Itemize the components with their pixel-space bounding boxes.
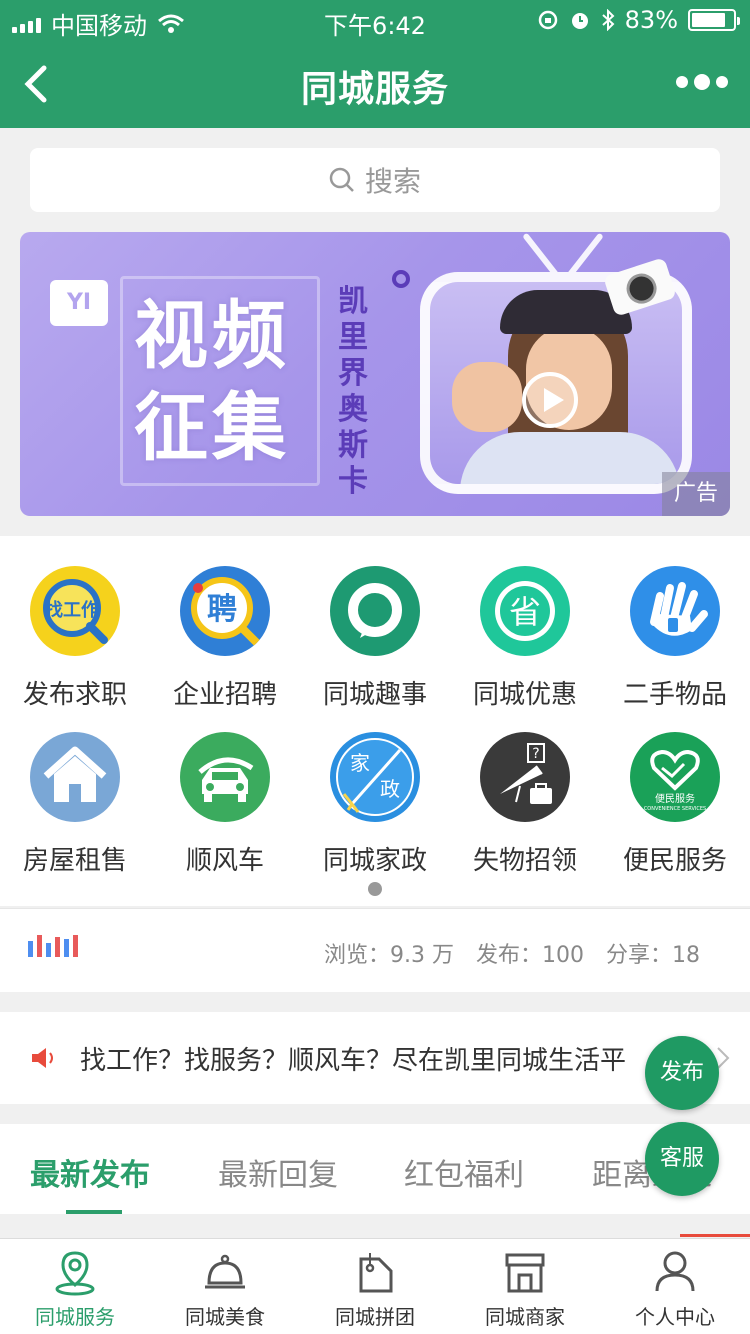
posts-count: 发布：100 bbox=[476, 943, 584, 968]
tabbar-item-merchants[interactable]: 同城商家 bbox=[450, 1249, 600, 1330]
active-tab-indicator bbox=[66, 1210, 122, 1214]
grid-item-lost-found[interactable]: ? 失物招领 bbox=[450, 732, 600, 877]
alarm-icon bbox=[571, 13, 588, 29]
store-icon bbox=[505, 1253, 545, 1293]
house-icon bbox=[30, 732, 120, 822]
user-icon bbox=[655, 1251, 695, 1292]
svg-text:CONVENIENCE SERVICES: CONVENIENCE SERVICES bbox=[644, 806, 706, 812]
tab-latest-posts[interactable]: 最新发布 bbox=[30, 1150, 150, 1194]
page-indicator bbox=[368, 882, 382, 896]
hand-icon bbox=[630, 566, 720, 656]
grid-label: 顺风车 bbox=[185, 846, 264, 876]
rotation-lock-icon bbox=[538, 10, 557, 30]
grid-label: 房屋租售 bbox=[22, 846, 127, 876]
tabbar-item-food[interactable]: 同城美食 bbox=[150, 1249, 300, 1330]
grid-item-convenience[interactable]: 便民服务 CONVENIENCE SERVICES 便民服务 bbox=[600, 732, 750, 877]
stats-bar: 浏览：9.3 万 发布：100 分享：18 bbox=[0, 908, 750, 992]
grid-item-recruit[interactable]: 聘 企业招聘 bbox=[150, 566, 300, 711]
svg-text:家: 家 bbox=[350, 751, 370, 775]
food-cloche-icon bbox=[205, 1254, 245, 1289]
grid-item-secondhand[interactable]: 二手物品 bbox=[600, 566, 750, 711]
notice-text: 找工作？找服务？顺风车？尽在凯里同城生活平 bbox=[80, 1046, 627, 1076]
recruit-icon: 聘 bbox=[180, 566, 270, 656]
banner-vertical-text: 凯里界奥斯卡 bbox=[338, 284, 368, 499]
customer-service-button[interactable]: 客服 bbox=[645, 1122, 719, 1196]
stats-chart-icon bbox=[28, 935, 78, 957]
grid-label: 二手物品 bbox=[622, 680, 727, 710]
tabbar-label: 同城美食 bbox=[185, 1305, 265, 1329]
shares-count: 分享：18 bbox=[606, 943, 700, 968]
views-count: 浏览：9.3 万 bbox=[324, 943, 454, 968]
grid-label: 发布求职 bbox=[22, 680, 127, 710]
svg-text:?: ? bbox=[532, 746, 539, 762]
chat-bubble-icon bbox=[330, 566, 420, 656]
convenience-icon: 便民服务 CONVENIENCE SERVICES bbox=[630, 732, 720, 822]
ad-badge: 广告 bbox=[662, 472, 730, 516]
search-input[interactable]: 搜索 bbox=[30, 148, 720, 212]
speaker-icon bbox=[32, 1048, 53, 1068]
tabbar-label: 同城商家 bbox=[485, 1305, 565, 1329]
lost-found-icon: ? bbox=[480, 732, 570, 822]
bottom-tab-bar: 同城服务 同城美食 同城拼团 同城商家 个人中心 bbox=[0, 1238, 750, 1334]
grid-label: 同城优惠 bbox=[472, 680, 577, 710]
grid-label: 同城趣事 bbox=[322, 680, 427, 710]
svg-text:政: 政 bbox=[380, 777, 400, 801]
post-button[interactable]: 发布 bbox=[645, 1036, 719, 1110]
top-bar: 中国移动 下午6:42 83% 同城服务 bbox=[0, 0, 750, 128]
find-job-icon: 找工作 bbox=[30, 566, 120, 656]
feed-tabs: 最新发布 最新回复 红包福利 距离最近 bbox=[0, 1124, 750, 1214]
grid-label: 同城家政 bbox=[322, 846, 427, 876]
grid-label: 便民服务 bbox=[622, 846, 727, 876]
svg-text:便民服务: 便民服务 bbox=[655, 792, 695, 805]
tab-red-packet[interactable]: 红包福利 bbox=[404, 1150, 524, 1194]
page-title: 同城服务 bbox=[300, 69, 449, 110]
banner-headline: 视频 征集 bbox=[134, 293, 290, 471]
grid-item-discount[interactable]: 省 同城优惠 bbox=[450, 566, 600, 711]
more-icon[interactable] bbox=[676, 74, 728, 90]
brand-logo: YI bbox=[50, 280, 108, 326]
location-icon bbox=[55, 1251, 95, 1296]
grid-item-find-job[interactable]: 找工作 发布求职 bbox=[0, 566, 150, 711]
tabbar-label: 同城服务 bbox=[35, 1305, 115, 1329]
tabbar-item-group-buy[interactable]: 同城拼团 bbox=[300, 1249, 450, 1330]
housekeeping-icon: 家政 bbox=[330, 732, 420, 822]
svg-text:聘: 聘 bbox=[207, 592, 237, 627]
status-bar: 中国移动 下午6:42 83% bbox=[0, 0, 750, 40]
grid-item-rideshare[interactable]: 顺风车 bbox=[150, 732, 300, 877]
svg-text:省: 省 bbox=[509, 593, 541, 631]
tab-latest-replies[interactable]: 最新回复 bbox=[218, 1150, 338, 1194]
category-grid: 找工作 发布求职 聘 企业招聘 同城趣事 省 同城优惠 二手物品 房屋租售 顺风… bbox=[0, 536, 750, 906]
tag-icon bbox=[359, 1253, 393, 1293]
tabbar-label: 个人中心 bbox=[635, 1305, 715, 1329]
grid-item-fun[interactable]: 同城趣事 bbox=[300, 566, 450, 711]
grid-label: 企业招聘 bbox=[172, 680, 277, 710]
grid-item-housing[interactable]: 房屋租售 bbox=[0, 732, 150, 877]
grid-item-housekeeping[interactable]: 家政 同城家政 bbox=[300, 732, 450, 877]
search-icon bbox=[329, 167, 354, 192]
battery-icon bbox=[688, 9, 740, 31]
car-icon bbox=[180, 732, 270, 822]
tabbar-label: 同城拼团 bbox=[335, 1305, 415, 1329]
tabbar-item-city-service[interactable]: 同城服务 bbox=[0, 1249, 150, 1330]
battery-percent: 83% bbox=[624, 6, 678, 34]
promo-banner[interactable]: YI 视频 征集 凯里界奥斯卡 广告 bbox=[20, 232, 730, 516]
search-placeholder: 搜索 bbox=[364, 165, 421, 198]
play-icon bbox=[522, 372, 578, 428]
nav-bar: 同城服务 bbox=[0, 40, 750, 128]
grid-label: 失物招领 bbox=[472, 846, 577, 876]
tabbar-item-profile[interactable]: 个人中心 bbox=[600, 1249, 750, 1330]
svg-text:找工作: 找工作 bbox=[45, 599, 99, 621]
notice-bar[interactable]: 找工作？找服务？顺风车？尽在凯里同城生活平 bbox=[0, 1012, 750, 1104]
save-icon: 省 bbox=[480, 566, 570, 656]
bluetooth-icon bbox=[601, 9, 615, 31]
